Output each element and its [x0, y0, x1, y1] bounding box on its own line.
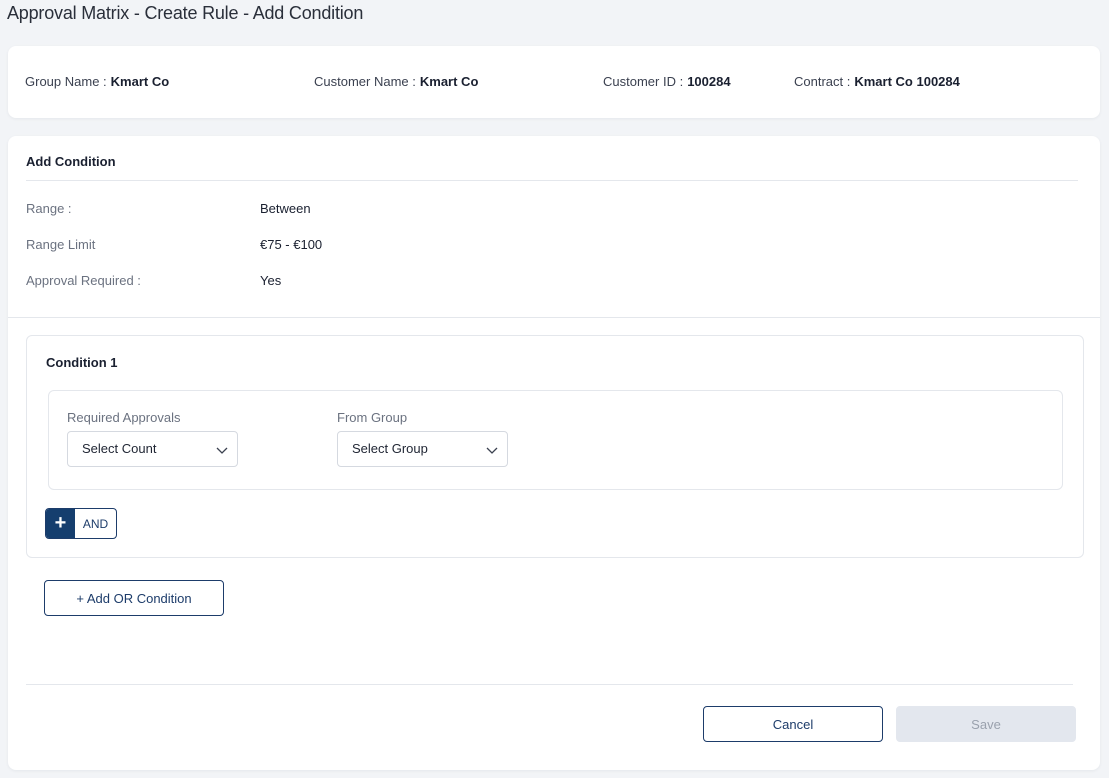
rule-info-card: Group Name : Kmart Co Customer Name : Kmar…	[8, 46, 1100, 118]
section-title: Add Condition	[26, 154, 116, 169]
page: Approval Matrix - Create Rule - Add Cond…	[0, 0, 1109, 778]
customer-name-field: Customer Name : Kmart Co	[314, 74, 478, 89]
contract-label: Contract :	[794, 74, 851, 89]
range-limit-label: Range Limit	[26, 237, 96, 252]
add-condition-card: Add Condition Range : Between Range Limi…	[8, 136, 1100, 770]
customer-id-value: 100284	[687, 74, 731, 89]
customer-id-label: Customer ID :	[603, 74, 684, 89]
approval-required-value: Yes	[260, 273, 282, 288]
save-button[interactable]: Save	[896, 706, 1076, 742]
and-label[interactable]: AND	[75, 509, 116, 538]
plus-icon[interactable]: +	[46, 509, 75, 538]
required-approvals-select[interactable]: Select Count	[67, 431, 238, 467]
approval-required-label: Approval Required :	[26, 273, 141, 288]
contract-field: Contract : Kmart Co 100284	[794, 74, 960, 89]
customer-name-label: Customer Name :	[314, 74, 416, 89]
divider	[26, 684, 1073, 685]
group-name-label: Group Name :	[25, 74, 107, 89]
from-group-value: Select Group	[352, 441, 428, 456]
customer-id-field: Customer ID :100284	[603, 74, 731, 89]
range-label: Range :	[26, 201, 72, 216]
from-group-label: From Group	[337, 410, 408, 425]
group-name-value: Kmart Co	[110, 74, 170, 89]
range-value: Between	[260, 201, 311, 216]
condition-fields: Required Approvals Select Count From Gro…	[48, 390, 1063, 490]
chevron-down-icon	[216, 447, 228, 454]
condition-1-box: Condition 1 Required Approvals Select Co…	[26, 335, 1084, 558]
page-title: Approval Matrix - Create Rule - Add Cond…	[7, 3, 364, 23]
condition-title: Condition 1	[46, 355, 118, 370]
chevron-down-icon	[486, 447, 498, 454]
add-or-condition-button[interactable]: + Add OR Condition	[44, 580, 224, 616]
divider	[8, 317, 1100, 318]
cancel-button[interactable]: Cancel	[703, 706, 883, 742]
contract-value: Kmart Co 100284	[854, 74, 960, 89]
range-limit-value: €75 - €100	[260, 237, 323, 252]
customer-name-value: Kmart Co	[419, 74, 479, 89]
divider	[26, 180, 1078, 181]
required-approvals-value: Select Count	[82, 441, 157, 456]
required-approvals-label: Required Approvals	[67, 410, 181, 425]
add-and-condition-button[interactable]: + AND	[45, 508, 117, 539]
group-name-field: Group Name : Kmart Co	[25, 74, 169, 89]
from-group-select[interactable]: Select Group	[337, 431, 508, 467]
